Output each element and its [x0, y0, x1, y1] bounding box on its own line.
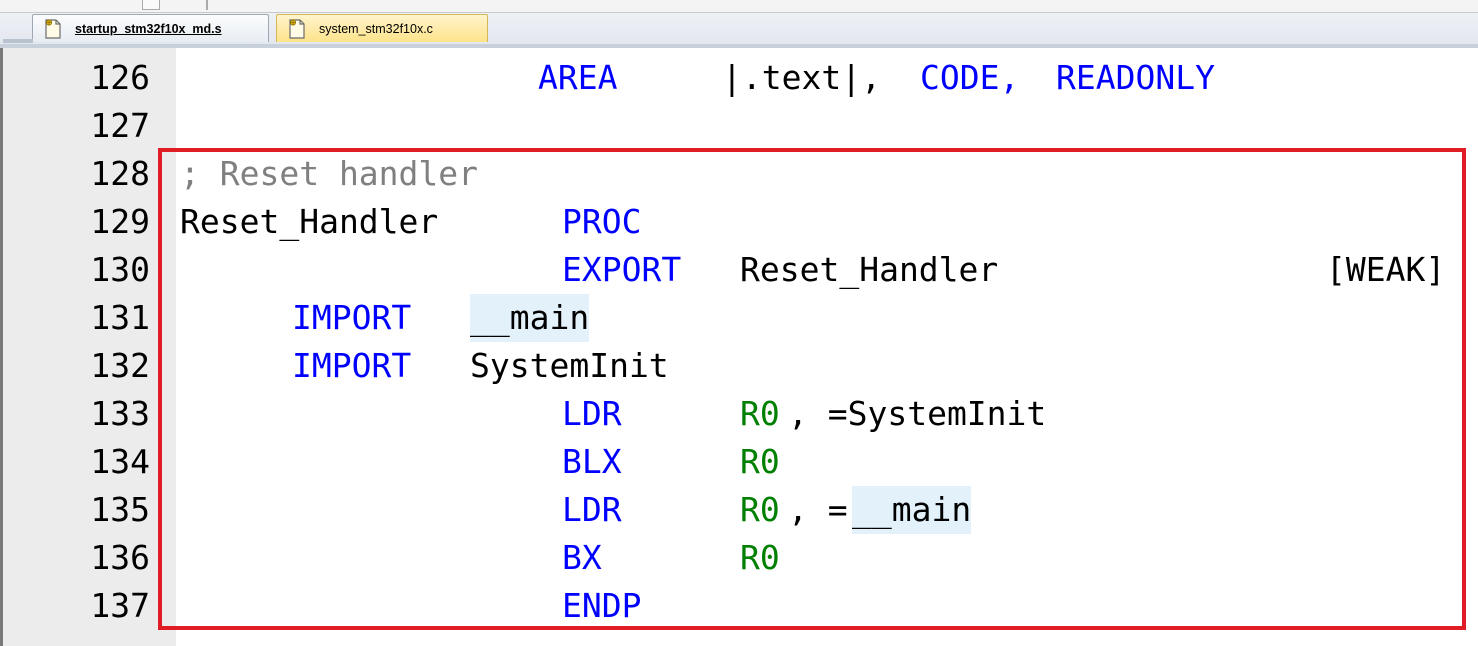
line-number: 128	[90, 154, 150, 193]
line-number: 129	[90, 202, 150, 241]
code-token-text: , =	[788, 490, 848, 529]
code-token-text: Reset_Handler	[180, 202, 439, 241]
line-number: 134	[90, 442, 150, 481]
tab-label: system_stm32f10x.c	[319, 21, 433, 36]
code-line[interactable]: 130 EXPORT Reset_Handler [WEAK]	[0, 246, 1478, 294]
code-line[interactable]: 129 Reset_Handler PROC	[0, 198, 1478, 246]
code-token-register: R0	[740, 442, 780, 481]
code-token-keyword: LDR	[562, 394, 622, 433]
line-number: 132	[90, 346, 150, 385]
code-line[interactable]: 136 BX R0	[0, 534, 1478, 582]
code-line[interactable]: 132 IMPORT SystemInit	[0, 342, 1478, 390]
toolbar-divider	[206, 0, 208, 10]
code-token-keyword: BLX	[562, 442, 622, 481]
line-number: 137	[90, 586, 150, 625]
code-token-text: __main	[852, 486, 972, 534]
line-number: 135	[90, 490, 150, 529]
code-token-keyword: LDR	[562, 490, 622, 529]
code-token-text: [WEAK]	[1326, 250, 1446, 289]
code-token-keyword: ENDP	[562, 586, 642, 625]
code-token-comment: ; Reset handler	[180, 154, 479, 193]
code-token-keyword: READONLY	[1056, 58, 1215, 97]
code-line[interactable]: 134 BLX R0	[0, 438, 1478, 486]
code-token-keyword: BX	[562, 538, 602, 577]
top-strip	[0, 0, 1478, 13]
line-number: 130	[90, 250, 150, 289]
code-token-text: Reset_Handler	[740, 250, 999, 289]
line-number: 126	[90, 58, 150, 97]
code-token-keyword: EXPORT	[562, 250, 682, 289]
code-line[interactable]: 128 ; Reset handler	[0, 150, 1478, 198]
tab-system-stm32f10x[interactable]: system_stm32f10x.c	[276, 14, 488, 42]
tab-label: startup_stm32f10x_md.s	[75, 21, 222, 36]
code-token-keyword: PROC	[562, 202, 642, 241]
code-editor[interactable]: 126 AREA |.text|, CODE, READONLY 127 128 ; Rese…	[0, 48, 1478, 646]
line-number: 131	[90, 298, 150, 337]
line-number: 136	[90, 538, 150, 577]
code-line[interactable]: 131 IMPORT __main	[0, 294, 1478, 342]
code-token-keyword: CODE,	[920, 58, 1020, 97]
line-number: 133	[90, 394, 150, 433]
tab-startup-stm32f10x-md[interactable]: startup_stm32f10x_md.s	[3, 14, 269, 43]
line-number: 127	[90, 106, 150, 145]
code-line[interactable]: 133 LDR R0, =SystemInit	[0, 390, 1478, 438]
code-area[interactable]: 126 AREA |.text|, CODE, READONLY 127 128 ; Rese…	[0, 48, 1478, 646]
file-icon	[289, 18, 305, 39]
code-line[interactable]: 135 LDR R0, = __main	[0, 486, 1478, 534]
code-token-keyword: IMPORT	[292, 346, 412, 385]
code-token-text: SystemInit	[470, 346, 669, 385]
code-token-register: R0	[740, 538, 780, 577]
file-icon	[45, 18, 61, 39]
code-token-text: , =SystemInit	[788, 394, 1047, 433]
code-line[interactable]: 126 AREA |.text|, CODE, READONLY	[0, 54, 1478, 102]
code-token-register: R0	[740, 394, 780, 433]
toolbar-fragment	[142, 0, 160, 10]
code-line[interactable]: 137 ENDP	[0, 582, 1478, 630]
code-token-keyword: IMPORT	[292, 298, 412, 337]
code-token-text: __main	[470, 294, 590, 342]
editor-tab-bar: startup_stm32f10x_md.s system_stm32f10x.…	[0, 13, 1478, 44]
code-token-keyword: AREA	[538, 58, 618, 97]
code-token-register: R0	[740, 490, 780, 529]
code-line[interactable]: 127	[0, 102, 1478, 150]
code-token-text: |.text|,	[722, 58, 881, 97]
